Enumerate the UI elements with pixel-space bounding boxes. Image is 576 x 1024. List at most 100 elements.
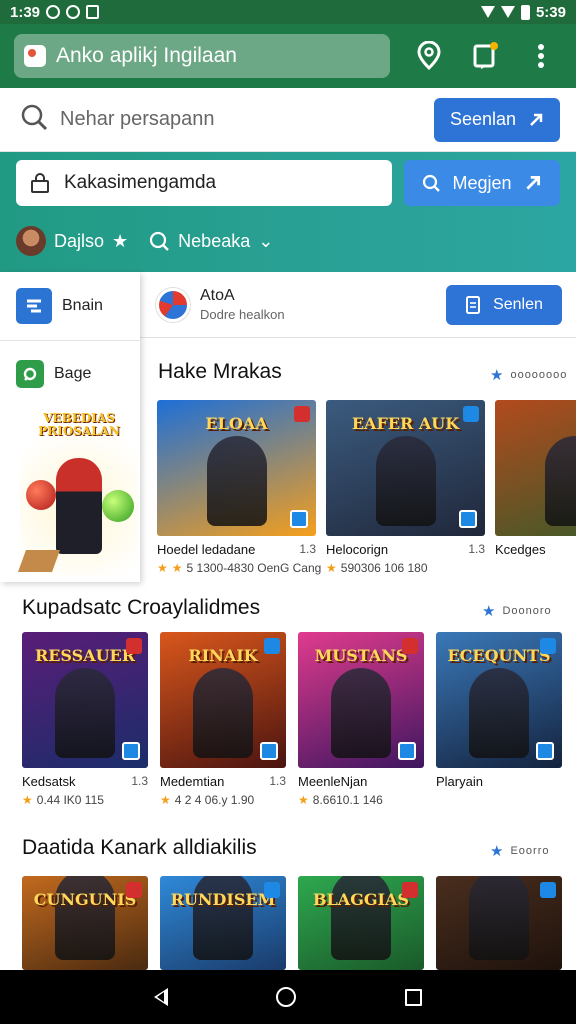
badge-icon — [126, 882, 142, 898]
platform-icon — [536, 742, 554, 760]
game-tile-title: MUSTANS — [314, 646, 408, 665]
search-input[interactable]: Nehar persapann — [60, 108, 215, 131]
game-meta-text: 0.44 IK0 115 — [36, 793, 104, 807]
screen: 1:39 5:39 Anko aplikj Ingilaan Nehar per… — [0, 0, 576, 1024]
game-row: CUNGUNIS RUNDISEM BLAGGIAS — [22, 876, 562, 970]
sync-icon — [66, 5, 81, 19]
game-name-row: Medemtian 1.3 — [160, 774, 286, 789]
game-row: ELOAA Hoedel ledadane 1.3 ★ ★ 5 1300-4830 Oen… — [157, 400, 576, 575]
game-card[interactable]: MUSTANS MeenleNjan ★ 8.6610.1 146 — [298, 632, 424, 807]
see-all-label: Eoorro — [510, 845, 550, 857]
see-all-link[interactable]: ★ oooooooo — [490, 366, 567, 384]
game-card[interactable]: RUNDISEM — [160, 876, 286, 970]
side-item-bnain[interactable]: Bnain — [0, 272, 140, 340]
game-card[interactable]: EAFER AUK Helocorign 1.3 ★ 590306 106 180 — [326, 400, 485, 575]
see-all-link[interactable]: ★ Eoorro — [490, 842, 549, 860]
developer-button[interactable]: Senlen — [446, 284, 562, 325]
recents-icon[interactable] — [404, 988, 422, 1006]
rating-star-icon: ★ — [160, 793, 171, 807]
badge-icon — [540, 638, 556, 654]
game-tile-title: ELOAA — [205, 414, 268, 433]
game-tile-title: BLAGGIAS — [313, 890, 409, 909]
game-tile-image — [436, 876, 562, 970]
crate-shape — [17, 550, 61, 572]
game-tile-image — [495, 400, 576, 536]
badge-icon — [402, 882, 418, 898]
rating-star-icon: ★ — [157, 561, 168, 575]
promo-banner[interactable]: VEBEDIAS PRIOSALAN — [17, 406, 138, 576]
game-name: Kedsatsk — [22, 774, 76, 789]
game-card[interactable]: ELOAA Hoedel ledadane 1.3 ★ ★ 5 1300-4830 Oen… — [157, 400, 321, 575]
chip-profile[interactable]: Dajlso ★ — [16, 226, 128, 256]
hero-figure — [56, 458, 102, 554]
rating-star-icon: ★ — [22, 793, 33, 807]
game-name: Kcedges — [495, 542, 546, 557]
badge-icon — [463, 406, 479, 422]
game-tile-title: RINAIK — [188, 646, 258, 665]
banner-search-button[interactable]: Megjen — [404, 160, 560, 206]
document-icon — [466, 295, 481, 314]
platform-icon — [459, 510, 477, 528]
arrow-icon — [525, 175, 540, 190]
game-meta-text: 5 1300-4830 OenG Cang — [186, 561, 322, 575]
badge-icon — [402, 638, 418, 654]
home-icon[interactable] — [276, 987, 297, 1007]
side-item-bage[interactable]: Bage — [0, 340, 140, 406]
game-tile-title: RUNDISEM — [170, 890, 276, 909]
game-tile-image: CUNGUNIS — [22, 876, 148, 970]
banner-input[interactable]: Kakasimengamda — [16, 160, 392, 206]
bag-icon — [16, 359, 44, 388]
back-icon[interactable] — [154, 988, 169, 1006]
system-nav-bar — [0, 970, 576, 1024]
see-all-label: Doonoro — [502, 605, 552, 617]
hero-figure — [206, 436, 267, 526]
notification-icon — [46, 5, 61, 19]
game-name-row: Plaryain — [436, 774, 562, 789]
game-card[interactable]: Kcedges — [495, 400, 576, 575]
game-card[interactable]: RESSAUER Kedsatsk 1.3 ★ 0.44 IK0 115 — [22, 632, 148, 807]
hero-figure — [193, 668, 253, 758]
game-card[interactable]: RINAIK Medemtian 1.3 ★ 4 2 4 06.y 1.90 — [160, 632, 286, 807]
hero-figure — [193, 876, 253, 960]
game-name: Plaryain — [436, 774, 483, 789]
game-name: Medemtian — [160, 774, 225, 789]
promo-title: VEBEDIAS PRIOSALAN — [38, 411, 120, 438]
more-vert-icon[interactable] — [526, 41, 556, 71]
hero-figure — [55, 876, 115, 960]
developer-logo-icon — [156, 287, 190, 322]
hero-figure — [331, 876, 391, 960]
game-card[interactable]: BLAGGIAS — [298, 876, 424, 970]
star-icon: ★ — [112, 230, 129, 251]
location-pin-icon[interactable] — [414, 41, 444, 71]
game-tile-image: EAFER AUK — [326, 400, 485, 536]
side-item-label: Bage — [54, 364, 92, 382]
game-tile-title: EAFER AUK — [351, 414, 460, 433]
calendar-icon — [86, 5, 100, 19]
search-icon — [20, 103, 48, 136]
signal-icon — [480, 6, 495, 18]
clock-right: 5:39 — [535, 3, 566, 21]
search-button[interactable]: Seenlan — [434, 97, 560, 142]
game-meta: ★ 4 2 4 06.y 1.90 — [160, 793, 286, 807]
chip-search[interactable]: Nebeaka ⌄ — [148, 230, 273, 252]
game-card[interactable] — [436, 876, 562, 970]
badge-icon — [264, 882, 280, 898]
game-size: 1.3 — [468, 542, 485, 556]
game-tile-image: ECEQUNTS — [436, 632, 562, 768]
rating-star-icon: ★ — [326, 561, 337, 575]
game-tile-title: RESSAUER — [34, 646, 136, 665]
hero-figure — [469, 668, 529, 758]
section-title: Kupadsatc Croaylalidmes — [22, 596, 261, 619]
game-meta: ★ ★ 5 1300-4830 OenG Cang — [157, 561, 321, 575]
game-card[interactable]: ECEQUNTS Plaryain — [436, 632, 562, 807]
notifications-icon[interactable] — [470, 41, 500, 71]
see-all-link[interactable]: ★ Doonoro — [482, 602, 552, 620]
game-card[interactable]: CUNGUNIS — [22, 876, 148, 970]
hero-figure — [55, 668, 115, 758]
section-title: Hake Mrakas — [158, 360, 282, 383]
app-title-box[interactable]: Anko aplikj Ingilaan — [14, 34, 390, 78]
badge-icon — [294, 406, 310, 422]
developer-row: AtoA Dodre healkon Senlen — [140, 272, 576, 338]
game-name: Helocorign — [326, 542, 389, 557]
game-meta-text: 8.6610.1 146 — [312, 793, 383, 807]
